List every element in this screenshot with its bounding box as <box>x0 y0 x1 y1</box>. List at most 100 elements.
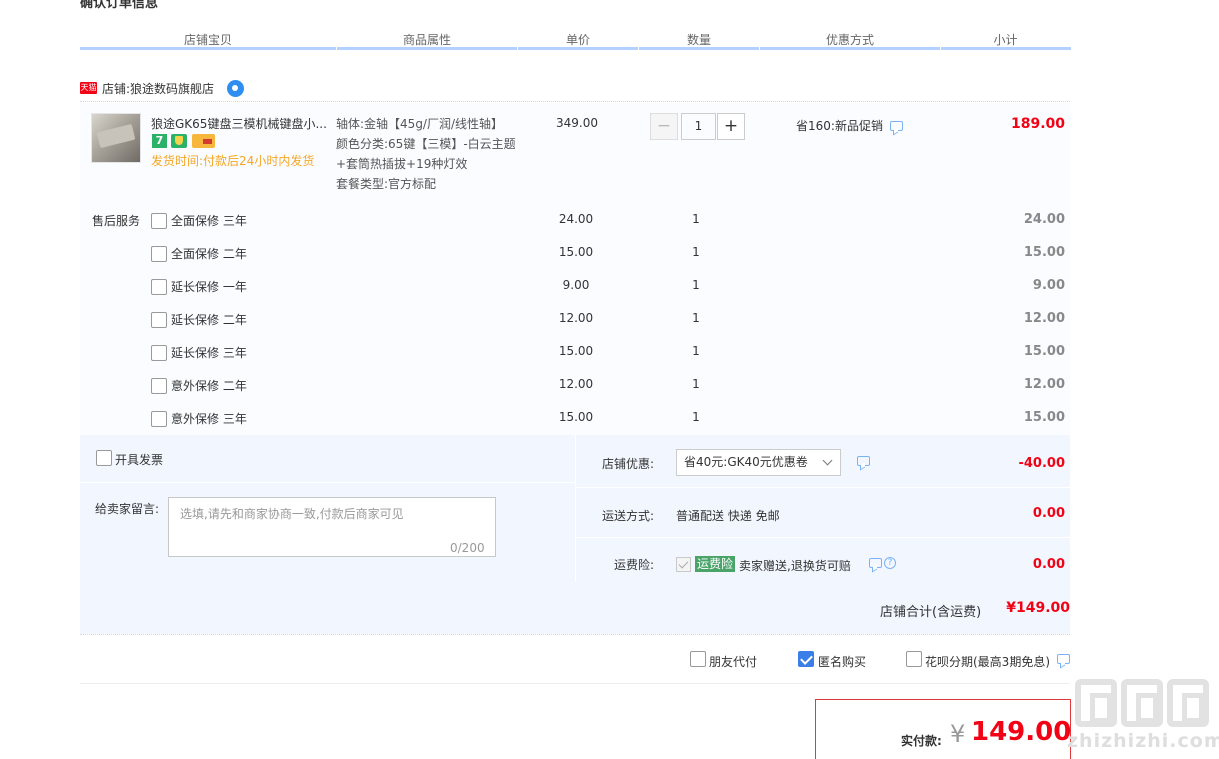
unit-price: 349.00 <box>556 116 598 130</box>
service-name: 意外保修 三年 <box>171 412 247 426</box>
message-label: 给卖家留言: <box>95 502 160 516</box>
insurance-checkbox <box>676 557 691 572</box>
chat-bubble-icon[interactable] <box>869 558 882 568</box>
service-price: 12.00 <box>558 377 594 391</box>
shop-discount-amount: -40.00 <box>1018 456 1065 471</box>
chat-bubble-icon[interactable] <box>890 121 903 131</box>
coupon-select[interactable]: 省40元:GK40元优惠卷 <box>676 449 841 476</box>
service-checkbox[interactable] <box>151 411 167 427</box>
shop-discount-label: 店铺优惠: <box>601 457 654 471</box>
header-underline <box>760 47 940 50</box>
service-price: 9.00 <box>562 278 590 292</box>
chevron-down-icon <box>822 455 833 466</box>
service-price: 12.00 <box>558 311 594 325</box>
seven-day-return-icon: 7 <box>152 134 167 148</box>
huabei-installment-label: 花呗分期(最高3期免息) <box>925 655 1050 669</box>
header-underline <box>518 47 638 50</box>
divider <box>80 101 1070 102</box>
service-qty: 1 <box>692 410 700 424</box>
service-qty: 1 <box>692 311 700 325</box>
service-checkbox[interactable] <box>151 279 167 295</box>
coupon-selected-value: 省40元:GK40元优惠卷 <box>684 455 808 469</box>
insurance-text: 卖家赠送,退换货可赔 <box>739 559 851 573</box>
chat-bubble-icon[interactable] <box>1057 654 1070 664</box>
shield-badge-icon <box>171 134 187 148</box>
message-placeholder: 选填,请先和商家协商一致,付款后商家可见 <box>180 507 404 521</box>
shop-name-link[interactable]: 店铺:狼途数码旗舰店 <box>102 80 214 97</box>
huabei-installment-checkbox[interactable] <box>906 651 922 667</box>
insurance-label: 运费险: <box>613 558 654 572</box>
divider <box>80 683 1070 684</box>
chat-bubble-icon[interactable] <box>857 456 870 466</box>
col-head-promo: 优惠方式 <box>825 33 874 47</box>
service-qty: 1 <box>692 344 700 358</box>
help-icon[interactable]: ? <box>884 557 896 569</box>
message-char-count: 0/200 <box>450 541 485 555</box>
service-price: 24.00 <box>558 212 594 226</box>
product-thumbnail[interactable] <box>91 113 141 163</box>
service-checkbox[interactable] <box>151 213 167 229</box>
shop-total-amount: ¥149.00 <box>1006 600 1070 616</box>
page-title: 确认订单信息 <box>80 0 159 11</box>
actual-payment-amount: 149.00 <box>971 717 1072 747</box>
service-qty: 1 <box>692 245 700 259</box>
promo-text: 省160:新品促销 <box>796 119 883 133</box>
service-price: 15.00 <box>558 245 594 259</box>
service-subtotal: 15.00 <box>1023 344 1065 359</box>
anonymous-buy-label: 匿名购买 <box>818 655 867 669</box>
watermark-text: zhizhizhi.com <box>1067 730 1219 752</box>
service-name: 全面保修 三年 <box>171 214 247 228</box>
attr-color: 颜色分类:65键【三模】-白云主题+套筒热插拔+19种灯效 <box>336 137 516 171</box>
product-title-link[interactable]: 狼途GK65键盘三模机械键盘小... <box>151 115 329 132</box>
qty-input[interactable]: 1 <box>681 113 716 140</box>
service-subtotal: 12.00 <box>1023 377 1065 392</box>
divider <box>80 482 575 483</box>
shipping-method: 普通配送 快递 免邮 <box>676 509 780 523</box>
service-qty: 1 <box>692 377 700 391</box>
header-underline <box>337 47 517 50</box>
service-name: 延长保修 二年 <box>171 313 247 327</box>
service-name: 延长保修 三年 <box>171 346 247 360</box>
tmall-badge: 天猫 <box>80 82 97 94</box>
service-subtotal: 15.00 <box>1023 410 1065 425</box>
divider <box>80 634 1070 635</box>
watermark-logo-icon <box>1121 679 1163 727</box>
service-checkbox[interactable] <box>151 378 167 394</box>
qty-minus-button[interactable]: − <box>650 113 678 140</box>
anonymous-buy-checkbox[interactable] <box>798 651 814 667</box>
shipping-amount: 0.00 <box>1032 506 1065 521</box>
friend-pay-checkbox[interactable] <box>690 651 706 667</box>
invoice-label: 开具发票 <box>115 453 164 467</box>
friend-pay-label: 朋友代付 <box>709 655 758 669</box>
watermark-logo-icon <box>1167 679 1209 727</box>
service-subtotal: 12.00 <box>1023 311 1065 326</box>
insurance-tag: 运费险 <box>695 556 736 572</box>
watermark-logo-icon <box>1075 679 1117 727</box>
insurance-amount: 0.00 <box>1032 557 1065 572</box>
service-checkbox[interactable] <box>151 246 167 262</box>
service-checkbox[interactable] <box>151 345 167 361</box>
col-head-attr: 商品属性 <box>402 33 451 47</box>
wangwang-chat-icon[interactable] <box>227 80 244 97</box>
service-subtotal: 15.00 <box>1023 245 1065 260</box>
service-checkbox[interactable] <box>151 312 167 328</box>
service-subtotal: 24.00 <box>1023 212 1065 227</box>
after-sale-label: 售后服务 <box>92 214 141 228</box>
divider <box>576 487 1070 488</box>
shop-total-label: 店铺合计(含运费) <box>880 605 982 620</box>
currency-symbol: ¥ <box>950 720 966 748</box>
card-badge-icon <box>192 134 215 148</box>
item-subtotal: 189.00 <box>1010 116 1065 132</box>
service-name: 延长保修 一年 <box>171 280 247 294</box>
service-subtotal: 9.00 <box>1032 278 1065 293</box>
header-underline <box>80 47 336 50</box>
attr-switch: 轴体:金轴【45g/厂润/线性轴】 <box>336 117 504 131</box>
ship-time: 发货时间:付款后24小时内发货 <box>151 154 315 168</box>
shipping-label: 运送方式: <box>601 509 654 523</box>
divider <box>576 537 1070 538</box>
header-underline <box>941 47 1071 50</box>
quantity-stepper: − 1 + <box>650 113 748 140</box>
qty-plus-button[interactable]: + <box>717 113 745 140</box>
service-qty: 1 <box>692 212 700 226</box>
invoice-checkbox[interactable] <box>96 450 112 466</box>
